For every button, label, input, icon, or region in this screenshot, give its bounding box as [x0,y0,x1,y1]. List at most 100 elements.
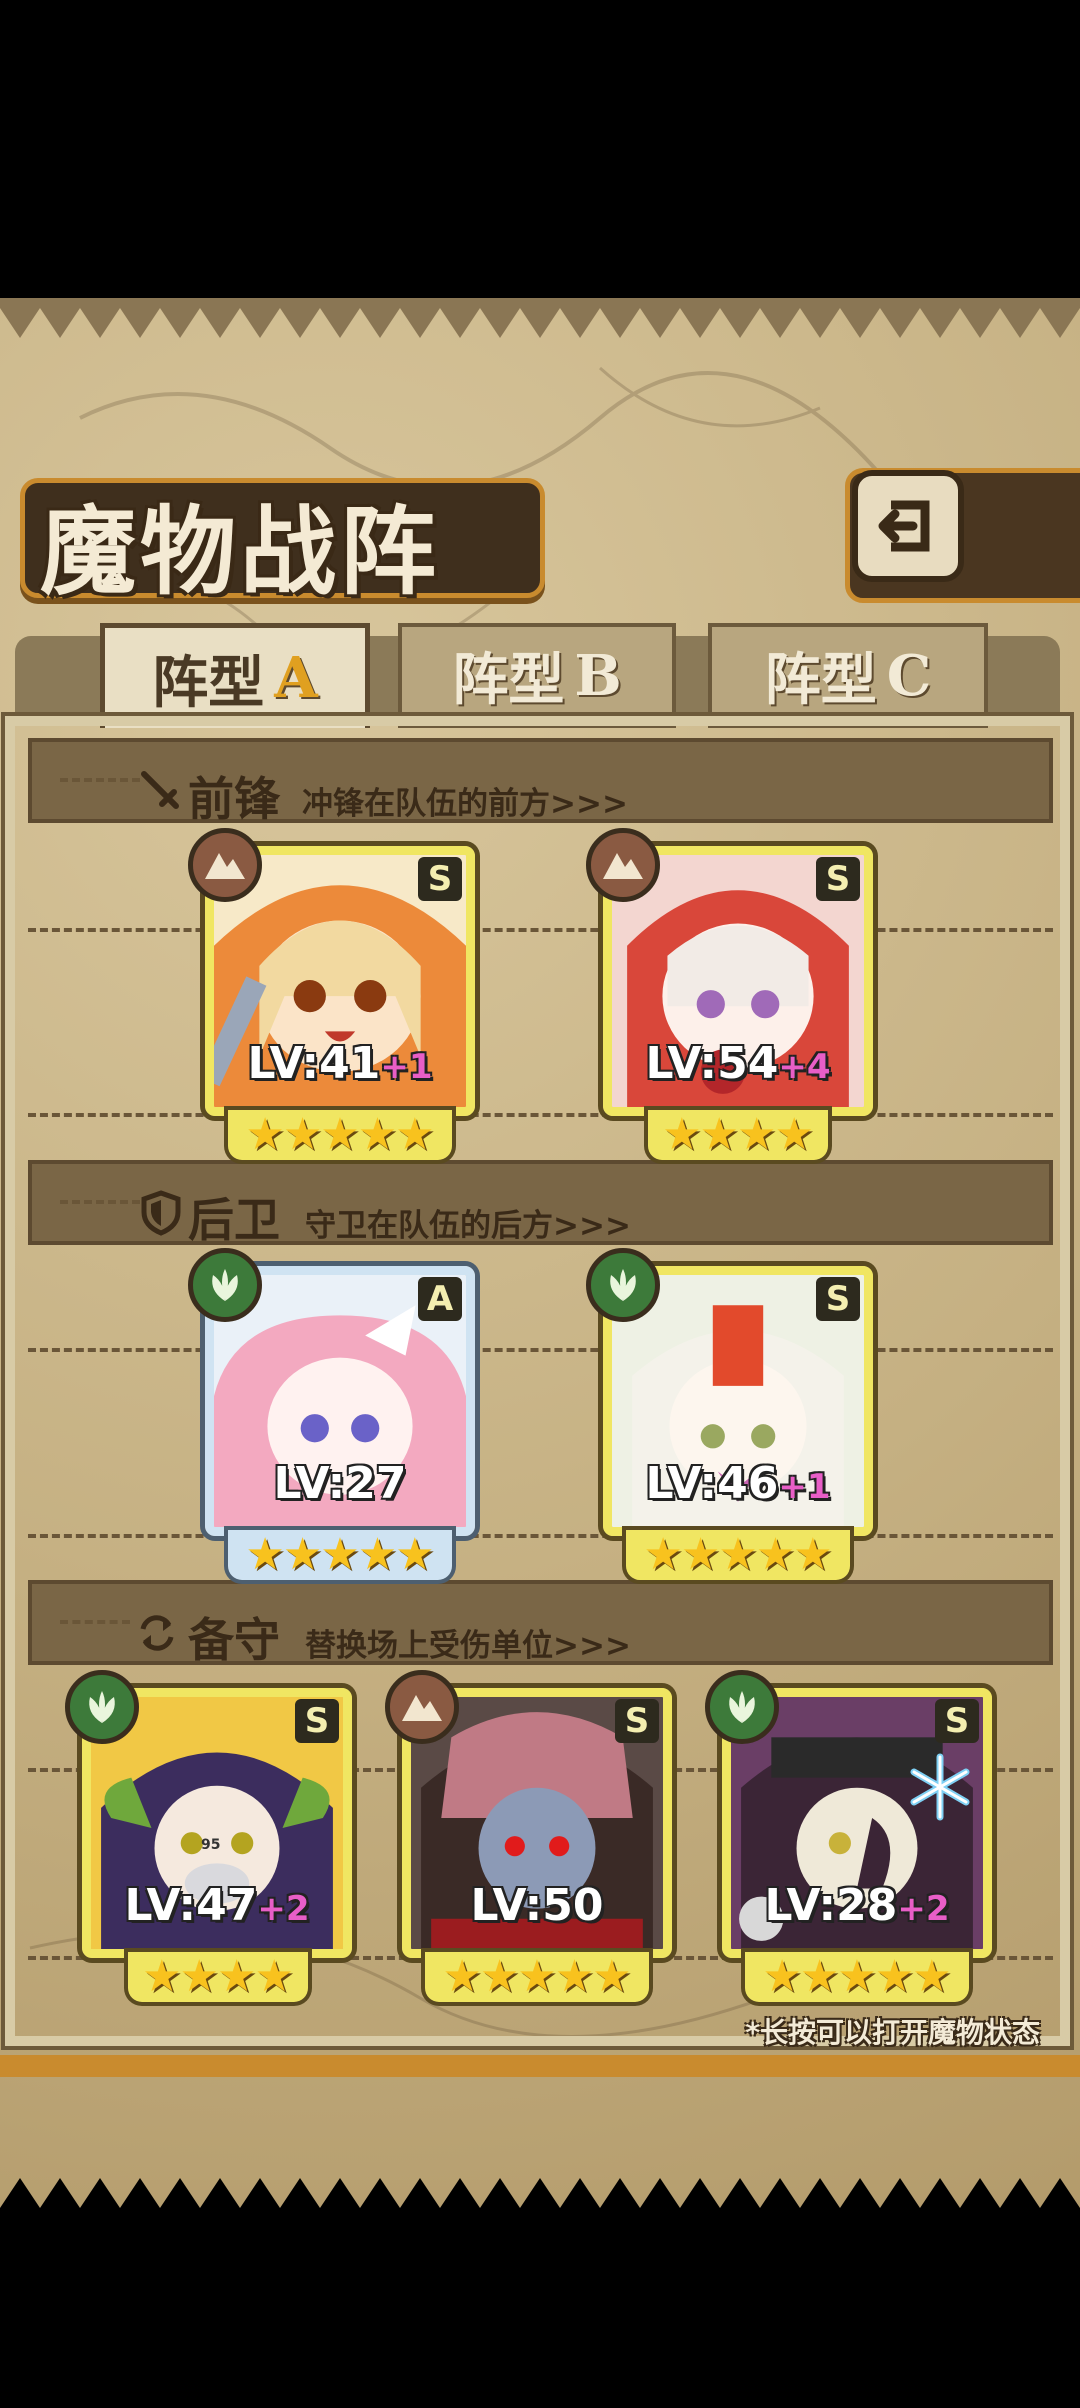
bonus-value: +2 [257,1889,310,1929]
tab-label: 阵型 [764,647,877,713]
star-icon: ★ [799,1951,840,2002]
star-icon: ★ [774,1109,814,1160]
leaf-icon [610,1269,636,1301]
earth-element-icon [586,828,660,902]
star-icon: ★ [737,1109,777,1160]
star-icon: ★ [282,1109,323,1160]
level-value: LV:54 [645,1038,779,1089]
rank-badge: S [935,1699,979,1743]
earth-element-icon [385,1670,459,1744]
star-rating: ★ ★ ★ ★ ★ [745,1952,969,2002]
star-icon: ★ [699,1109,739,1160]
bonus-value: +4 [778,1047,831,1087]
level-text: LV:54+4 [612,1038,864,1089]
rank-badge: S [295,1699,339,1743]
rank-badge: S [816,1277,860,1321]
rank-badge: A [418,1277,462,1321]
star-icon: ★ [217,1951,257,2002]
page-title: 魔物战阵 [40,495,440,608]
grass-element-icon [586,1248,660,1322]
back-button[interactable] [852,470,964,582]
star-icon: ★ [357,1529,398,1580]
star-icon: ★ [254,1951,294,2002]
game-panel: 魔物战阵 阵型 A 阵型 B 阵型 C 前锋 冲锋在队伍的前方>>> 后卫 守卫… [0,298,1080,2218]
mountain-icon [402,1695,442,1721]
divider [60,778,140,782]
mountain-icon [205,853,245,879]
bonus-value: +1 [778,1467,831,1507]
star-icon: ★ [479,1951,520,2002]
level-text: LV:41+1 [214,1038,466,1089]
shield-icon [141,1190,181,1236]
star-icon: ★ [837,1951,877,2002]
bottom-strip [0,2055,1080,2077]
star-icon: ★ [442,1951,482,2002]
star-rating: ★ ★ ★ ★ ★ [228,1110,452,1160]
level-text: LV:50 [411,1880,663,1931]
star-rating: ★ ★ ★ ★ ★ [626,1530,850,1580]
divider [28,1348,1053,1352]
rank-badge: S [816,857,860,901]
bonus-value: +2 [897,1889,950,1929]
star-icon: ★ [142,1951,182,2002]
leaf-icon [212,1269,238,1301]
mask-badge: 95 [201,1837,221,1853]
star-icon: ★ [554,1951,595,2002]
star-rating: ★ ★ ★ ★ ★ [228,1530,452,1580]
grass-element-icon [188,1248,262,1322]
tab-formation-b[interactable]: 阵型 B [398,623,676,728]
divider [60,1620,130,1624]
bonus-value: +1 [380,1047,433,1087]
front-section-title: 前锋 [188,772,280,826]
grass-element-icon [705,1670,779,1744]
rear-section-title: 后卫 [188,1193,280,1247]
star-icon: ★ [357,1109,398,1160]
level-value: LV:46 [645,1458,779,1509]
star-icon: ★ [245,1109,285,1160]
star-icon: ★ [718,1529,758,1580]
rank-badge: S [418,857,462,901]
level-text: LV:47+2 [91,1880,343,1931]
level-value: LV:27 [273,1458,407,1509]
level-text: LV:46+1 [612,1458,864,1509]
sword-icon [141,771,179,809]
leaf-icon [729,1691,755,1723]
level-text: LV:27 [214,1458,466,1509]
star-icon: ★ [592,1951,632,2002]
star-icon: ★ [755,1529,796,1580]
level-value: LV:50 [470,1880,604,1931]
star-icon: ★ [245,1529,285,1580]
star-icon: ★ [395,1529,435,1580]
rank-badge: S [615,1699,659,1743]
star-icon: ★ [680,1529,721,1580]
back-arrow-icon [878,500,930,552]
reserve-section-desc: 替换场上受伤单位>>> [305,1628,631,1664]
star-rating: ★ ★ ★ ★ [128,1952,308,2002]
tab-letter: B [574,642,622,709]
leaf-icon [89,1691,115,1723]
earth-element-icon [188,828,262,902]
divider [28,1534,1053,1538]
rear-section-desc: 守卫在队伍的后方>>> [305,1208,631,1244]
tab-label: 阵型 [152,649,265,716]
level-text: LV:28+2 [731,1880,983,1931]
swap-icon [140,1615,174,1651]
star-icon: ★ [320,1529,360,1580]
grass-element-icon [65,1670,139,1744]
star-icon: ★ [320,1109,360,1160]
tab-formation-c[interactable]: 阵型 C [708,623,988,728]
divider [28,1113,1053,1117]
star-icon: ★ [282,1529,323,1580]
star-icon: ★ [662,1109,702,1160]
hint-text: *长按可以打开魔物状态 [745,2016,1040,2049]
star-icon: ★ [793,1529,833,1580]
level-value: LV:47 [124,1880,258,1931]
tab-formation-a[interactable]: 阵型 A [100,623,370,728]
level-value: LV:41 [247,1038,381,1089]
divider [60,1200,140,1204]
snowflake-icon [910,1753,970,1821]
zigzag-border-bottom [0,2178,1080,2218]
divider [28,928,1053,932]
star-icon: ★ [179,1951,219,2002]
star-icon: ★ [643,1529,683,1580]
